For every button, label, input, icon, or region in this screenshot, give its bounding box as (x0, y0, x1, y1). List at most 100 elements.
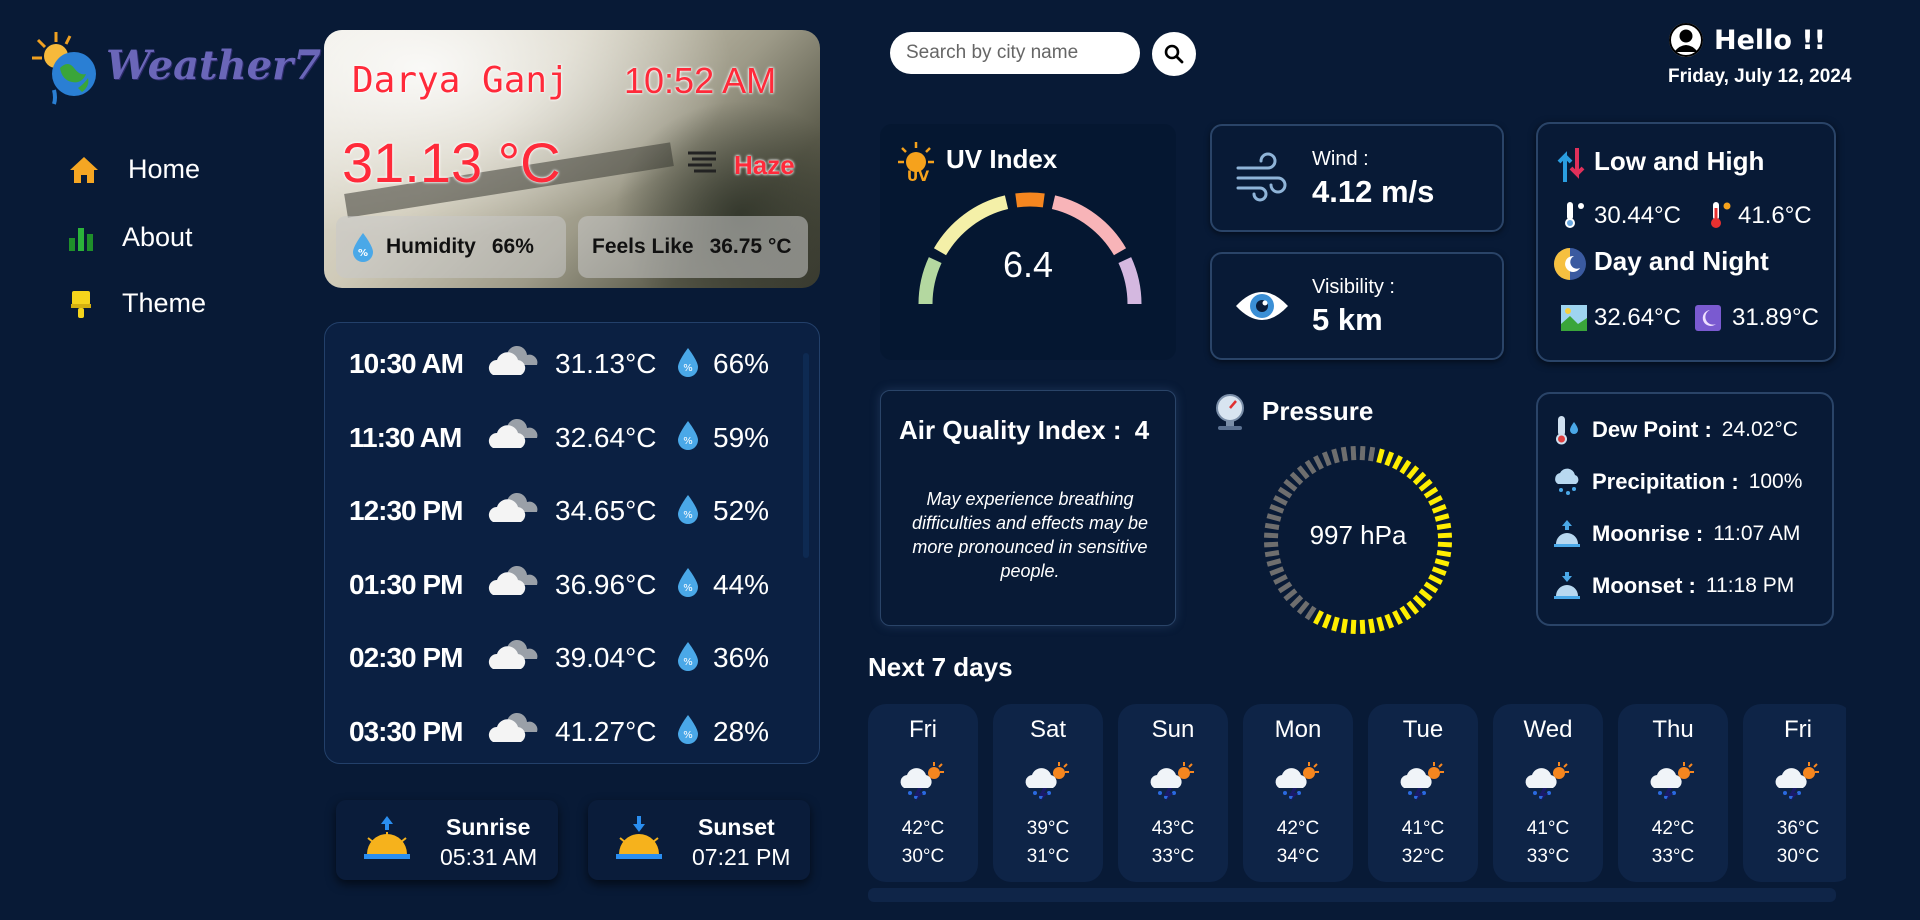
current-condition: Haze (734, 150, 795, 180)
forecast-day-card[interactable]: Tue 41°C 32°C (1368, 704, 1478, 882)
forecast-scrollbar[interactable] (868, 888, 1836, 902)
pressure-gauge-tick (1304, 459, 1317, 475)
user-avatar-icon (1669, 23, 1703, 57)
precipitation-row: Precipitation : 100% (1552, 466, 1802, 498)
thermometer-cold-icon (1565, 202, 1584, 228)
forecast-day-card[interactable]: Sat 39°C 31°C (993, 704, 1103, 882)
low-high-arrows-icon (1557, 148, 1585, 182)
forecast-day-name: Thu (1652, 716, 1694, 743)
forecast-high: 41°C (1401, 818, 1445, 839)
thunderstorm-sun-icon (1525, 762, 1569, 802)
low-high-card: Low and High 30.44°C 41.6°C Day and Nigh… (1536, 122, 1836, 362)
pressure-gauge-tick (1428, 495, 1443, 506)
humidity-drop-icon: % (678, 494, 698, 524)
aqi-value: 4 (1134, 415, 1150, 445)
visibility-value: 5 km (1312, 302, 1383, 337)
hourly-humidity: 66% (713, 348, 770, 379)
humidity-drop-icon: % (678, 568, 698, 597)
hourly-humidity: 36% (713, 642, 770, 673)
brand-logo[interactable]: Weather7 (30, 28, 321, 108)
pressure-gauge-tick (1304, 605, 1317, 621)
city-search-input[interactable] (890, 32, 1140, 74)
forecast-day-card[interactable]: Thu 42°C 33°C (1618, 704, 1728, 882)
hourly-temp: 36.96°C (555, 568, 657, 600)
pressure-gauge-tick (1368, 618, 1376, 634)
dew-point-value: 24.02°C (1721, 418, 1798, 441)
hourly-humidity: 59% (713, 421, 770, 453)
pressure-gauge-tick (1273, 495, 1288, 506)
thunderstorm-sun-icon (1650, 762, 1694, 802)
hourly-time: 12:30 PM (349, 495, 463, 526)
pressure-gauge-tick (1277, 581, 1293, 594)
forecast-day-card[interactable]: Wed 41°C 33°C (1493, 704, 1603, 882)
haze-icon (688, 151, 716, 173)
pressure-gauge-tick (1418, 478, 1433, 492)
pressure-gauge-tick (1266, 513, 1282, 522)
hourly-humidity: 52% (713, 495, 770, 526)
feels-like-label: Feels Like (592, 235, 694, 258)
forecast-day-card[interactable]: Fri 36°C 30°C (1743, 704, 1846, 882)
forecast-day-card[interactable]: Mon 42°C 34°C (1243, 704, 1353, 882)
partly-cloudy-icon (488, 565, 538, 595)
nav-item-about[interactable]: About (68, 222, 193, 253)
pressure-gauge-tick (1296, 600, 1310, 615)
user-greeting[interactable]: Hello !! (1668, 22, 1826, 58)
pressure-gauge-tick (1384, 451, 1395, 467)
svg-text:%: % (683, 657, 693, 668)
precipitation-value: 100% (1748, 470, 1803, 493)
hourly-scrollbar[interactable] (803, 353, 809, 558)
thermometer-hot-icon (1711, 202, 1731, 228)
aqi-label: Air Quality Index : (899, 415, 1122, 445)
feels-like-chip: Feels Like 36.75 °C (578, 216, 808, 278)
pressure-gauge-tick (1321, 613, 1332, 629)
current-temperature: 31.13 °C (342, 131, 561, 194)
moonset-label: Moonset : (1592, 573, 1696, 598)
forecast-high: 41°C (1526, 818, 1570, 839)
aqi-description: May experience breathing difficulties an… (911, 489, 1149, 581)
pressure-gauge-tick (1269, 566, 1285, 577)
forecast-day-card[interactable]: Sun 43°C 33°C (1118, 704, 1228, 882)
forecast-day-name: Sun (1151, 716, 1195, 743)
pressure-gauge-tick (1412, 471, 1427, 486)
forecast-day-name: Tue (1402, 716, 1444, 743)
thunderstorm-sun-icon (1150, 762, 1194, 802)
wind-icon (1236, 152, 1287, 202)
svg-text:%: % (683, 363, 693, 374)
moonset-value: 11:18 PM (1705, 574, 1795, 597)
hourly-forecast-list[interactable]: 10:30 AM 31.13°C% 66% 11:30 AM 32.64°C% 59% 12… (324, 322, 820, 764)
night-sky-icon (1695, 305, 1721, 331)
low-high-title: Low and High (1594, 146, 1765, 176)
pressure-gauge-tick (1321, 451, 1332, 467)
current-weather-card: Darya Ganj 10:52 AM 31.13 °C Haze % Humi… (324, 30, 820, 288)
pressure-gauge-tick (1340, 446, 1348, 462)
pressure-gauge-tick (1392, 455, 1403, 470)
pressure-gauge-tick (1264, 550, 1280, 558)
pressure-gauge-tick (1313, 610, 1324, 625)
forecast-day-card[interactable]: Fri 42°C 30°C (868, 704, 978, 882)
nav-item-theme[interactable]: Theme (68, 288, 206, 319)
pressure-gauge-tick (1428, 574, 1443, 585)
pressure-gauge-tick (1269, 503, 1285, 514)
thunderstorm-sun-icon (1025, 762, 1069, 802)
search-button[interactable] (1152, 32, 1196, 76)
hourly-temp: 41.27°C (555, 715, 657, 747)
high-temp-value: 41.6°C (1738, 202, 1812, 229)
night-temp-value: 31.89°C (1732, 304, 1819, 331)
current-time: 10:52 AM (624, 60, 777, 101)
day-night-icon (1554, 248, 1586, 280)
day-night-title: Day and Night (1594, 246, 1769, 276)
pressure-gauge-tick (1277, 486, 1293, 499)
eye-icon (1236, 292, 1288, 320)
brand-name: Weather7 (106, 42, 321, 89)
partly-cloudy-icon (488, 712, 538, 742)
partly-cloudy-icon (488, 345, 538, 375)
nav-item-home[interactable]: Home (68, 154, 200, 185)
feels-like-value: 36.75 °C (709, 235, 792, 258)
hourly-time: 02:30 PM (349, 642, 463, 673)
humidity-value: 66% (491, 235, 534, 258)
sunset-time: 07:21 PM (692, 844, 791, 870)
hourly-temp: 31.13°C (555, 348, 657, 379)
hourly-time: 10:30 AM (349, 348, 464, 379)
forecast-low: 32°C (1401, 846, 1445, 867)
aqi-title: Air Quality Index : 4 (899, 415, 1149, 446)
